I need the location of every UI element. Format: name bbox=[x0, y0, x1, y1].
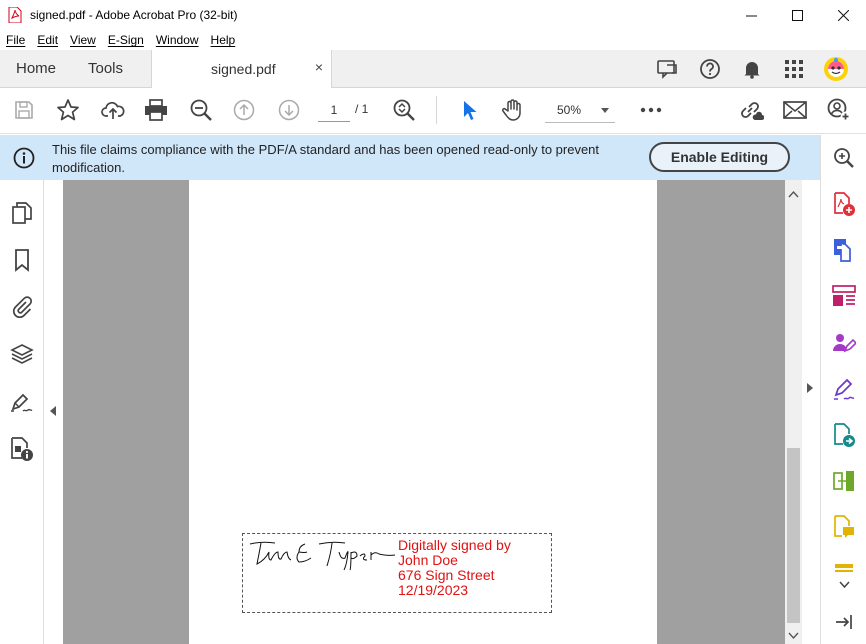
more-options-icon[interactable] bbox=[636, 96, 666, 124]
request-esignatures-icon[interactable] bbox=[831, 330, 857, 356]
highlight-tool-icon[interactable] bbox=[831, 557, 857, 583]
acrobat-file-icon bbox=[8, 6, 22, 24]
apps-grid-icon[interactable] bbox=[776, 56, 812, 82]
signature-field[interactable]: Digitally signed by John Doe 676 Sign St… bbox=[242, 533, 552, 613]
document-info-icon[interactable] bbox=[9, 436, 35, 462]
search-zoom-icon[interactable] bbox=[831, 145, 857, 171]
scroll-down-icon[interactable] bbox=[788, 632, 799, 640]
attachments-icon[interactable] bbox=[9, 293, 35, 319]
title-bar: signed.pdf - Adobe Acrobat Pro (32-bit) bbox=[0, 0, 866, 30]
banner-message: This file claims compliance with the PDF… bbox=[52, 142, 600, 175]
page-total: / 1 bbox=[355, 102, 369, 116]
save-icon[interactable] bbox=[9, 96, 39, 124]
enable-editing-button[interactable]: Enable Editing bbox=[649, 142, 790, 172]
right-panel-gutter bbox=[802, 180, 820, 644]
select-cursor-icon[interactable] bbox=[455, 96, 485, 124]
tab-document-label: signed.pdf bbox=[211, 61, 276, 77]
toolbar-divider bbox=[436, 96, 437, 124]
organize-pages-icon[interactable] bbox=[831, 283, 857, 309]
next-page-icon[interactable] bbox=[274, 96, 304, 124]
menu-file[interactable]: File bbox=[0, 33, 31, 47]
fit-page-zoom-icon[interactable] bbox=[389, 96, 419, 124]
email-icon[interactable] bbox=[780, 96, 810, 124]
previous-page-icon[interactable] bbox=[229, 96, 259, 124]
minimize-button[interactable] bbox=[728, 0, 774, 30]
scrollbar-thumb[interactable] bbox=[787, 448, 800, 623]
tab-document[interactable]: signed.pdf × bbox=[151, 50, 332, 88]
zoom-out-icon[interactable] bbox=[186, 96, 216, 124]
fill-and-sign-icon[interactable] bbox=[831, 376, 857, 402]
tab-bar: Home Tools signed.pdf × bbox=[0, 50, 866, 88]
bookmarks-icon[interactable] bbox=[9, 247, 35, 273]
right-tools-panel bbox=[820, 135, 866, 644]
signatures-panel-icon[interactable] bbox=[9, 388, 35, 414]
zoom-dropdown[interactable]: 50% bbox=[545, 98, 615, 123]
menu-bar: File Edit View E-Sign Window Help bbox=[0, 30, 866, 50]
document-canvas[interactable]: Digitally signed by John Doe 676 Sign St… bbox=[63, 180, 785, 644]
info-icon bbox=[13, 147, 35, 172]
window-title: signed.pdf - Adobe Acrobat Pro (32-bit) bbox=[30, 8, 238, 22]
signature-details: Digitally signed by John Doe 676 Sign St… bbox=[398, 538, 511, 598]
compare-files-icon[interactable] bbox=[831, 468, 857, 494]
bookmark-star-icon[interactable] bbox=[53, 96, 83, 124]
share-link-icon[interactable] bbox=[736, 96, 766, 124]
menu-view[interactable]: View bbox=[64, 33, 102, 47]
signature-line: 676 Sign Street bbox=[398, 567, 495, 583]
close-window-button[interactable] bbox=[820, 0, 866, 30]
collapse-tools-panel-icon[interactable] bbox=[831, 609, 857, 635]
signature-line: Digitally signed by bbox=[398, 537, 511, 553]
handwritten-signature bbox=[249, 541, 396, 571]
tools-scroll-down-icon[interactable] bbox=[839, 581, 850, 589]
tab-home[interactable]: Home bbox=[16, 50, 56, 87]
send-for-review-icon[interactable] bbox=[831, 422, 857, 448]
upload-cloud-icon[interactable] bbox=[98, 96, 128, 124]
tab-close-icon[interactable]: × bbox=[315, 59, 323, 75]
menu-edit[interactable]: Edit bbox=[31, 33, 64, 47]
export-pdf-icon[interactable] bbox=[831, 237, 857, 263]
create-pdf-icon[interactable] bbox=[831, 191, 857, 217]
left-navigation-panel bbox=[0, 180, 44, 644]
page-thumbnails-icon[interactable] bbox=[9, 200, 35, 226]
signature-line: 12/19/2023 bbox=[398, 582, 469, 598]
signature-line: John Doe bbox=[398, 552, 458, 568]
expand-right-panel-icon[interactable] bbox=[807, 383, 813, 393]
maximize-button[interactable] bbox=[774, 0, 820, 30]
share-review-icon[interactable] bbox=[650, 56, 686, 82]
comment-icon[interactable] bbox=[831, 514, 857, 540]
notification-bell-icon[interactable] bbox=[734, 56, 770, 82]
vertical-scrollbar[interactable] bbox=[785, 180, 802, 644]
layers-icon[interactable] bbox=[9, 341, 35, 367]
pdf-page: Digitally signed by John Doe 676 Sign St… bbox=[189, 180, 657, 644]
collapse-left-panel-icon[interactable] bbox=[50, 406, 56, 416]
menu-window[interactable]: Window bbox=[150, 33, 205, 47]
add-user-icon[interactable] bbox=[824, 96, 854, 124]
scroll-up-icon[interactable] bbox=[788, 190, 799, 198]
chevron-down-icon bbox=[601, 108, 609, 113]
zoom-value: 50% bbox=[557, 103, 582, 117]
hand-tool-icon[interactable] bbox=[498, 96, 528, 124]
page-number-input[interactable] bbox=[318, 98, 350, 122]
menu-esign[interactable]: E-Sign bbox=[102, 33, 150, 47]
menu-help[interactable]: Help bbox=[205, 33, 242, 47]
help-icon[interactable] bbox=[692, 56, 728, 82]
print-icon[interactable] bbox=[141, 96, 171, 124]
tab-tools[interactable]: Tools bbox=[88, 50, 123, 87]
pdfa-info-banner: This file claims compliance with the PDF… bbox=[0, 135, 820, 180]
user-avatar-icon[interactable] bbox=[818, 56, 854, 82]
